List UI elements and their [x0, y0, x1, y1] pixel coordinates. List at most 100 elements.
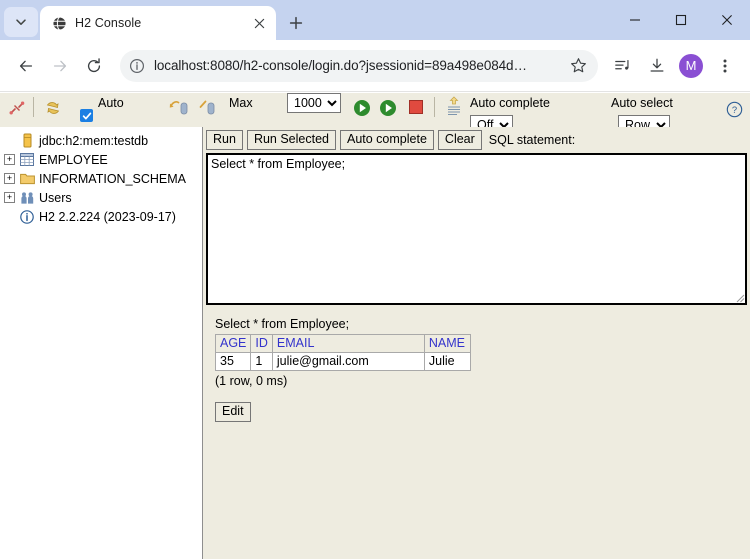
- max-rows-label: Max: [229, 96, 253, 110]
- back-button[interactable]: [10, 50, 42, 82]
- tree-item-users[interactable]: + Users: [4, 188, 202, 207]
- expand-toggle[interactable]: +: [4, 154, 15, 165]
- forward-button[interactable]: [44, 50, 76, 82]
- auto-select-select-wrap[interactable]: Row: [618, 115, 670, 127]
- clear-button[interactable]: Clear: [437, 130, 482, 150]
- max-rows-select-wrap[interactable]: 1000: [287, 93, 341, 113]
- expand-toggle[interactable]: +: [4, 192, 15, 203]
- tree-item-version[interactable]: H2 2.2.224 (2023-09-17): [4, 207, 202, 226]
- window-close-icon: [722, 15, 732, 25]
- disconnect-icon: [9, 101, 25, 115]
- disconnect-button[interactable]: [8, 99, 26, 117]
- toolbar-divider-2: [434, 97, 435, 117]
- h2-main-frame: Run Run Selected Auto complete Clear SQL…: [204, 127, 750, 559]
- checkbox-checked-icon: [80, 109, 93, 122]
- database-icon: [19, 133, 35, 149]
- window-controls: [612, 0, 750, 40]
- auto-commit-checkbox[interactable]: [80, 109, 93, 122]
- cell-name: Julie: [423, 352, 471, 371]
- back-arrow-icon: [19, 60, 33, 71]
- stop-button[interactable]: [408, 99, 424, 115]
- column-header-name[interactable]: NAME: [423, 334, 471, 353]
- close-icon[interactable]: [250, 14, 268, 32]
- new-tab-button[interactable]: [282, 9, 310, 37]
- star-icon[interactable]: [568, 57, 588, 74]
- run-play-icon: [354, 100, 370, 116]
- column-header-age[interactable]: AGE: [214, 334, 252, 353]
- tree-item-connection[interactable]: jdbc:h2:mem:testdb: [4, 131, 202, 150]
- stop-square-icon: [409, 100, 423, 114]
- reload-button[interactable]: [78, 50, 110, 82]
- tab-search-button[interactable]: [4, 7, 38, 37]
- svg-text:?: ?: [732, 105, 737, 116]
- rollback-button[interactable]: [198, 98, 218, 118]
- clear-document-icon: [448, 96, 460, 116]
- tree-item-label: Users: [39, 190, 72, 205]
- result-status: (1 row, 0 ms): [215, 374, 288, 388]
- profile-button[interactable]: M: [676, 51, 706, 81]
- auto-complete-label: Auto complete: [470, 96, 550, 110]
- auto-complete-select-wrap[interactable]: Off: [470, 115, 513, 127]
- max-rows-select[interactable]: 1000: [287, 93, 341, 113]
- browser-tab[interactable]: H2 Console: [40, 6, 276, 40]
- tab-title: H2 Console: [75, 16, 142, 30]
- run-selected-button-toolbar[interactable]: [378, 98, 398, 118]
- downloads-button[interactable]: [642, 51, 672, 81]
- tree-item-label: jdbc:h2:mem:testdb: [39, 133, 149, 148]
- cell-id: 1: [250, 352, 273, 371]
- result-query-echo: Select * from Employee;: [215, 317, 350, 331]
- info-icon: [19, 209, 35, 225]
- result-table: AGE ID EMAIL NAME 35 1 julie@gmail.com J…: [214, 334, 471, 371]
- commit-button[interactable]: [168, 98, 190, 118]
- refresh-button[interactable]: [44, 99, 62, 117]
- auto-complete-select[interactable]: Off: [470, 115, 513, 127]
- avatar: M: [679, 53, 703, 78]
- table-row[interactable]: 35 1 julie@gmail.com Julie: [214, 352, 471, 371]
- url-text[interactable]: localhost:8080/h2-console/login.do?jsess…: [154, 58, 560, 73]
- toolbar-divider: [33, 97, 34, 117]
- edit-button[interactable]: Edit: [215, 402, 251, 422]
- database-tree-sidebar[interactable]: jdbc:h2:mem:testdb + EMPLOYEE + INFORMAT…: [0, 127, 203, 559]
- address-bar[interactable]: localhost:8080/h2-console/login.do?jsess…: [120, 49, 598, 82]
- table-icon: [19, 152, 35, 168]
- minimize-button[interactable]: [612, 3, 658, 37]
- maximize-icon: [675, 14, 687, 26]
- chrome-menu-button[interactable]: [710, 51, 740, 81]
- expand-toggle[interactable]: +: [4, 173, 15, 184]
- tree-item-information-schema[interactable]: + INFORMATION_SCHEMA: [4, 169, 202, 188]
- refresh-icon: [46, 102, 60, 114]
- run-selected-button[interactable]: Run Selected: [246, 130, 336, 150]
- column-header-id[interactable]: ID: [250, 334, 273, 353]
- table-header-row: AGE ID EMAIL NAME: [214, 334, 471, 353]
- commit-icon: [169, 101, 188, 115]
- sql-editor[interactable]: Select * from Employee;: [206, 153, 747, 305]
- resize-handle-icon[interactable]: [734, 292, 745, 303]
- sql-editor-text[interactable]: Select * from Employee;: [208, 155, 745, 173]
- auto-select-select[interactable]: Row: [618, 115, 670, 127]
- globe-icon: [51, 15, 67, 31]
- media-controls-button[interactable]: [608, 51, 638, 81]
- site-info-icon[interactable]: [128, 58, 146, 74]
- media-playlist-icon: [615, 59, 629, 70]
- column-header-email[interactable]: EMAIL: [271, 334, 425, 353]
- rollback-icon: [199, 100, 215, 115]
- auto-select-label: Auto select: [611, 96, 673, 110]
- minimize-icon: [630, 19, 640, 21]
- auto-complete-button[interactable]: Auto complete: [340, 130, 434, 150]
- sql-statement-label: SQL statement:: [488, 133, 576, 147]
- help-button[interactable]: ?: [726, 101, 743, 123]
- h2-toolbar: Auto Max 1000 Auto complete Off Auto sel…: [0, 93, 750, 127]
- tree-item-label: EMPLOYEE: [39, 152, 108, 167]
- clear-button-toolbar[interactable]: [445, 96, 463, 118]
- reload-icon: [87, 57, 101, 72]
- edit-button-wrap: Edit: [215, 402, 750, 422]
- plus-icon: [289, 16, 303, 30]
- tree-item-employee[interactable]: + EMPLOYEE: [4, 150, 202, 169]
- cell-age: 35: [214, 352, 252, 371]
- auto-commit-label: Auto: [98, 96, 124, 110]
- maximize-button[interactable]: [658, 3, 704, 37]
- close-window-button[interactable]: [704, 3, 750, 37]
- run-button-toolbar[interactable]: [352, 98, 372, 118]
- tab-strip: H2 Console: [0, 0, 750, 40]
- run-button[interactable]: Run: [206, 130, 243, 150]
